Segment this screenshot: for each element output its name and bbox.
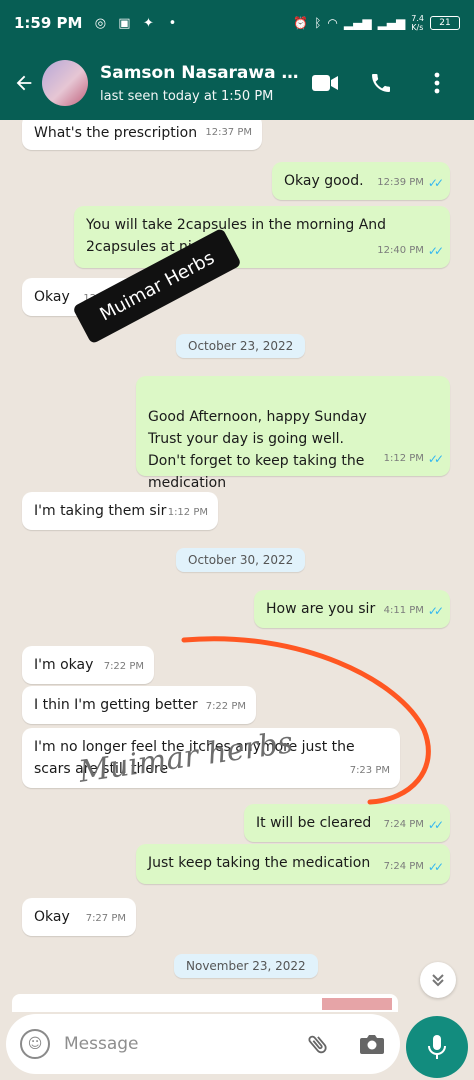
message-bubble[interactable]: I'm taking them sir 1:12 PM — [22, 492, 218, 530]
message-text: What's the prescription — [34, 125, 198, 141]
battery-level: 21 — [439, 18, 451, 28]
signal-icon-2: ▂▄▆ — [377, 16, 406, 30]
system-icons: ⏰ ᛒ ◠ ▂▄▆ ▂▄▆ 7.4 K/s 21 — [293, 14, 460, 32]
message-text: I'm taking them sir — [34, 503, 167, 519]
attach-icon[interactable] — [304, 1030, 332, 1058]
net-speed: 7.4 K/s — [411, 14, 424, 32]
twitter-icon: ✦ — [143, 15, 154, 31]
video-call-button[interactable] — [310, 68, 340, 98]
voice-call-button[interactable] — [366, 68, 396, 98]
whatsapp-icon: ◎ — [94, 15, 107, 31]
chat-header: Samson Nasarawa M... last seen today at … — [0, 46, 474, 120]
read-ticks-icon: ✓✓ — [427, 860, 444, 874]
contact-info[interactable]: Samson Nasarawa M... last seen today at … — [100, 63, 310, 104]
message-text: It will be cleared — [256, 815, 372, 831]
message-time: 4:11 PM — [383, 605, 424, 616]
message-time: 12:37 PM — [205, 127, 252, 138]
message-bubble[interactable]: It will be cleared 7:24 PM ✓✓ — [244, 804, 450, 842]
read-ticks-icon: ✓✓ — [427, 176, 444, 190]
message-time: 7:24 PM — [383, 861, 424, 872]
read-ticks-icon: ✓✓ — [427, 818, 444, 832]
microphone-button[interactable] — [406, 1016, 468, 1078]
message-bubble[interactable]: Good Afternoon, happy Sunday Trust your … — [136, 376, 450, 491]
date-chip: October 23, 2022 — [176, 334, 306, 358]
message-time: 12:39 PM — [377, 177, 424, 188]
message-time: 12:40 PM — [377, 245, 424, 256]
camera-icon[interactable] — [358, 1030, 386, 1058]
more-options-button[interactable] — [422, 68, 452, 98]
message-text: You will take 2capsules in the morning A… — [86, 217, 387, 255]
read-ticks-icon: ✓✓ — [427, 604, 444, 618]
double-chevron-down-icon — [432, 974, 444, 987]
message-time: 7:24 PM — [383, 819, 424, 830]
back-arrow-icon[interactable] — [10, 69, 38, 97]
message-bubble[interactable]: How are you sir 4:11 PM ✓✓ — [254, 590, 450, 628]
avatar[interactable] — [42, 60, 88, 106]
kebab-menu-icon — [434, 72, 440, 94]
message-text: I thin I'm getting better — [34, 697, 198, 713]
message-bubble[interactable]: Just keep taking the medication 7:24 PM ✓… — [136, 844, 450, 884]
battery-icon: 21 — [430, 16, 460, 30]
read-ticks-icon: ✓✓ — [427, 244, 444, 258]
message-input[interactable] — [64, 1034, 284, 1054]
video-icon — [312, 75, 338, 91]
date-chip: November 23, 2022 — [174, 954, 318, 978]
message-bubble[interactable]: You will take 2capsules in the morning A… — [74, 206, 450, 268]
date-chip: October 30, 2022 — [176, 548, 306, 572]
message-text: Okay — [34, 289, 70, 305]
last-seen: last seen today at 1:50 PM — [100, 88, 274, 104]
message-time: 1:12 PM — [383, 453, 424, 464]
bluetooth-icon: ᛒ — [314, 16, 322, 30]
net-speed-value: 7.4 — [411, 14, 424, 23]
message-time: 1:12 PM — [167, 507, 208, 518]
message-time: 7:22 PM — [103, 661, 144, 672]
message-text: Okay good. — [284, 173, 364, 189]
message-text: I'm okay — [34, 657, 94, 673]
message-text: Just keep taking the medication — [148, 855, 371, 871]
contact-name: Samson Nasarawa M... — [100, 62, 310, 83]
chat-area[interactable]: What's the prescription 12:37 PM Okay go… — [0, 120, 474, 1000]
emoji-icon[interactable]: ☺ — [20, 1029, 50, 1059]
message-text: Good Afternoon, happy Sunday Trust your … — [148, 409, 367, 491]
message-time: 7:27 PM — [85, 913, 126, 924]
message-time: 7:22 PM — [205, 701, 246, 712]
message-text: Okay — [34, 909, 70, 925]
alarm-icon: ⏰ — [293, 16, 309, 30]
read-ticks-icon: ✓✓ — [427, 452, 444, 466]
scroll-down-button[interactable] — [420, 962, 456, 998]
microphone-icon — [428, 1035, 446, 1059]
composer-bar: ☺ — [0, 1008, 474, 1080]
notification-icons: ◎ ▣ ✦ • — [92, 15, 180, 31]
message-bubble[interactable]: I'm okay 7:22 PM — [22, 646, 154, 684]
message-text: How are you sir — [266, 601, 376, 617]
message-composer: ☺ — [6, 1014, 400, 1074]
gallery-icon: ▣ — [118, 15, 131, 31]
status-time: 1:59 PM — [14, 14, 83, 32]
message-time: 7:23 PM — [349, 765, 390, 776]
signal-icon: ▂▄▆ — [343, 16, 372, 30]
message-bubble[interactable]: Okay good. 12:39 PM ✓✓ — [272, 162, 450, 200]
dot-icon: • — [168, 15, 177, 31]
net-speed-unit: K/s — [411, 23, 424, 32]
wifi-icon: ◠ — [327, 16, 338, 30]
message-bubble[interactable]: What's the prescription 12:37 PM — [22, 120, 262, 150]
message-bubble[interactable]: I thin I'm getting better 7:22 PM — [22, 686, 256, 724]
phone-icon — [372, 74, 390, 92]
message-bubble[interactable]: Okay 7:27 PM — [22, 898, 136, 936]
status-bar: 1:59 PM ◎ ▣ ✦ • ⏰ ᛒ ◠ ▂▄▆ ▂▄▆ 7.4 K/s 21 — [0, 0, 474, 46]
